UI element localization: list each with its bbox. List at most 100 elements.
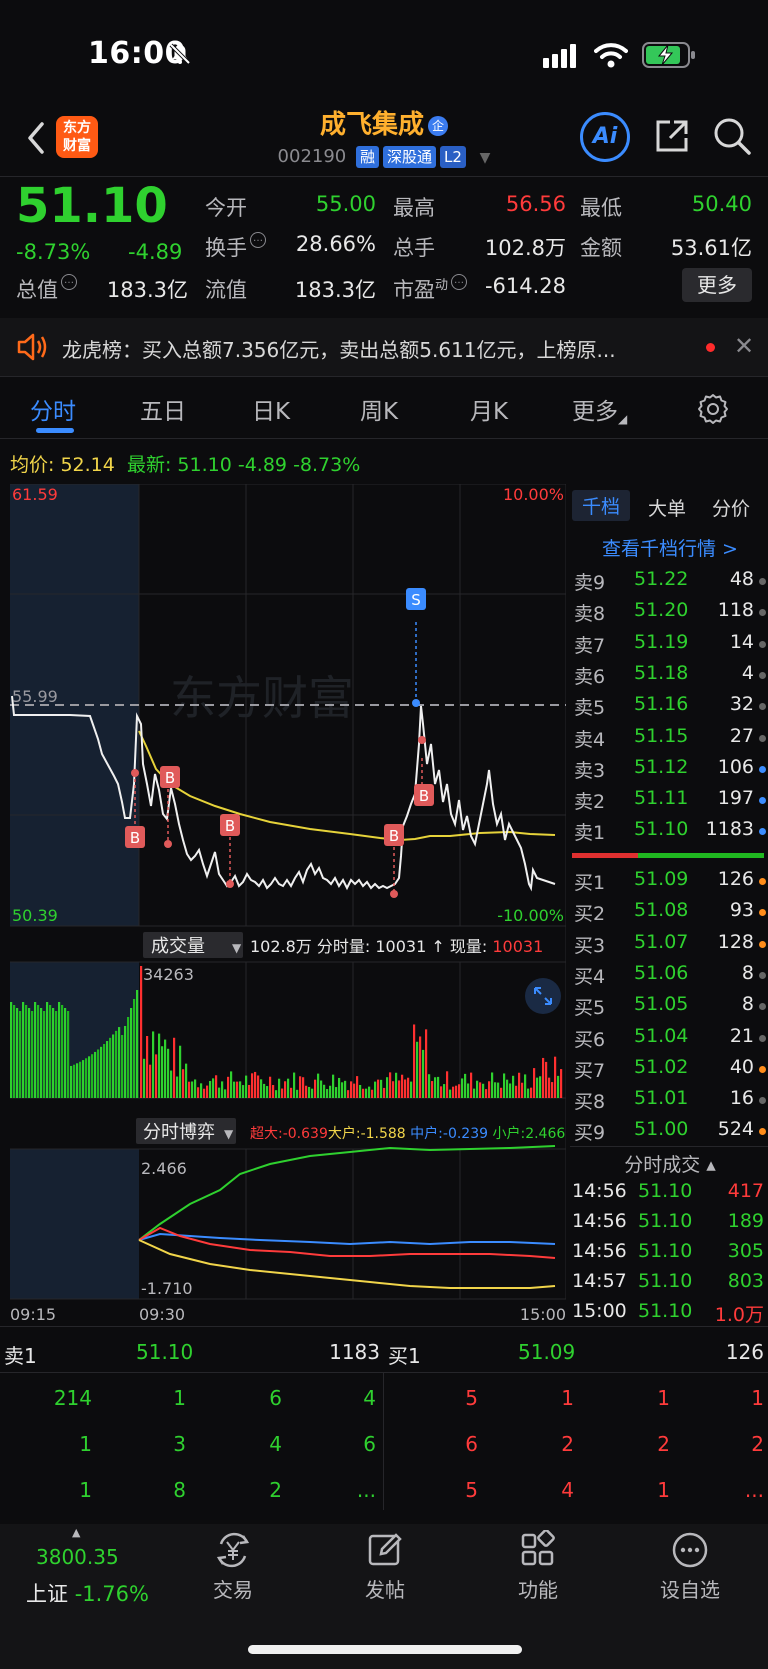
bid-level[interactable]: 买8 51.01 16 xyxy=(572,1087,768,1115)
level-price: 51.15 xyxy=(634,724,689,747)
close-icon[interactable]: ✕ xyxy=(734,332,754,360)
sell1-label: 卖1 xyxy=(4,1344,37,1368)
ask-level[interactable]: 卖2 51.11 197 xyxy=(572,787,768,815)
buy1-price: 51.09 xyxy=(518,1340,576,1364)
trade-time: 14:56 xyxy=(572,1210,627,1232)
share-icon[interactable] xyxy=(652,116,692,156)
buy-marker[interactable]: B xyxy=(389,827,399,845)
home-indicator[interactable] xyxy=(248,1645,522,1654)
battery-charging-icon xyxy=(642,42,695,68)
tab-depth[interactable]: 千档 xyxy=(572,490,631,521)
buy-queue-cell: 1 xyxy=(751,1386,764,1410)
sell1-volume: 1183 xyxy=(329,1340,380,1364)
level-dot xyxy=(759,640,766,648)
level-volume: 1183 xyxy=(705,818,754,841)
buy-queue-cell: 2 xyxy=(561,1432,574,1456)
news-text[interactable]: 龙虎榜：买入总额7.356亿元，卖出总额5.611亿元，上榜原... xyxy=(62,334,692,363)
bid-level[interactable]: 买6 51.04 21 xyxy=(572,1025,768,1053)
chevron-down-icon[interactable]: ▼ xyxy=(480,150,491,166)
bid-level[interactable]: 买1 51.09 126 xyxy=(572,868,768,896)
bid-level[interactable]: 买5 51.05 8 xyxy=(572,993,768,1021)
buy-marker[interactable]: B xyxy=(130,829,140,847)
intraday-chart[interactable]: 东方财富 B B B B B S 61.59 10.00% 55.99 50.3… xyxy=(10,484,566,1324)
tab-big-orders[interactable]: 大单 xyxy=(648,494,686,521)
bid-level[interactable]: 买9 51.00 524 xyxy=(572,1118,768,1146)
trade-ticks-title[interactable]: 分时成交 ▴ xyxy=(572,1150,768,1177)
tag-connect: 深股通 xyxy=(383,146,437,168)
tab-price-distribution[interactable]: 分价 xyxy=(712,494,750,521)
nav-functions[interactable]: 功能 xyxy=(488,1530,588,1603)
buy-queue-cell: ... xyxy=(744,1478,764,1502)
buy-marker[interactable]: B xyxy=(225,817,235,835)
tab-monthly-k[interactable]: 月K xyxy=(470,392,508,426)
bid-level[interactable]: 买7 51.02 40 xyxy=(572,1056,768,1084)
sell-marker[interactable]: S xyxy=(411,591,421,609)
trade-price: 51.10 xyxy=(638,1300,693,1322)
bid-level[interactable]: 买2 51.08 93 xyxy=(572,899,768,927)
stock-code: 002190 xyxy=(277,146,347,167)
wifi-icon xyxy=(594,43,628,68)
gear-icon[interactable] xyxy=(696,392,730,426)
average-price-row: 均价: 52.14 最新: 51.10 -4.89 -8.73% xyxy=(10,454,361,476)
level-label: 买8 xyxy=(574,1091,606,1114)
ask-level[interactable]: 卖7 51.19 14 xyxy=(572,631,768,659)
axis-ref-price: 55.99 xyxy=(12,687,58,706)
market-cap-label[interactable]: 总值… xyxy=(16,274,77,304)
buy-queue-cell: 4 xyxy=(561,1478,574,1502)
level-price: 51.08 xyxy=(634,899,689,922)
level-label: 买2 xyxy=(574,903,606,926)
level-volume: 8 xyxy=(741,993,754,1016)
search-icon[interactable] xyxy=(712,116,752,156)
high-value: 56.56 xyxy=(505,192,566,216)
level-label: 卖1 xyxy=(574,822,606,845)
expand-chart-button[interactable] xyxy=(525,978,561,1014)
time-axis-open: 09:30 xyxy=(139,1305,185,1324)
ask-level[interactable]: 卖9 51.22 48 xyxy=(572,568,768,596)
tab-intraday[interactable]: 分时 xyxy=(30,392,76,426)
index-value[interactable]: 3800.35 xyxy=(36,1545,119,1569)
nav-add-watchlist[interactable]: 设自选 xyxy=(640,1530,740,1603)
sell-queue-cell: 1 xyxy=(79,1432,92,1456)
info-icon[interactable]: … xyxy=(451,274,468,290)
level-dot xyxy=(759,1034,766,1042)
level-label: 卖2 xyxy=(574,791,606,814)
ask-level[interactable]: 卖8 51.20 118 xyxy=(572,599,768,627)
chevron-up-icon[interactable]: ▲ xyxy=(72,1526,80,1539)
level-label: 卖9 xyxy=(574,572,606,594)
low-label: 最低 xyxy=(580,196,622,220)
tab-more[interactable]: 更多◢ xyxy=(572,392,627,426)
index-summary[interactable]: 上证 -1.76% xyxy=(26,1578,149,1608)
buy-marker[interactable]: B xyxy=(165,769,175,787)
nav-post[interactable]: 发帖 xyxy=(335,1530,435,1603)
ask-level[interactable]: 卖3 51.12 106 xyxy=(572,756,768,784)
trade-price: 51.10 xyxy=(638,1180,693,1202)
tab-five-day[interactable]: 五日 xyxy=(140,392,186,426)
mute-bell-icon xyxy=(169,43,191,65)
turnover-label[interactable]: 换手… xyxy=(205,232,266,262)
level-label: 卖4 xyxy=(574,728,606,751)
tab-weekly-k[interactable]: 周K xyxy=(360,392,398,426)
buy-marker[interactable]: B xyxy=(419,787,429,805)
sell-queue-cell: 4 xyxy=(363,1386,376,1410)
bid-level[interactable]: 买3 51.07 128 xyxy=(572,931,768,959)
buy-queue-cell: 5 xyxy=(465,1386,478,1410)
trade-tick-row: 14:56 51.10 417 xyxy=(572,1180,768,1208)
market-cap-value: 183.3亿 xyxy=(106,278,188,302)
ask-level[interactable]: 卖5 51.16 32 xyxy=(572,693,768,721)
bid-level[interactable]: 买4 51.06 8 xyxy=(572,962,768,990)
ai-assistant-button[interactable]: Ai xyxy=(580,112,630,162)
pe-label[interactable]: 市盈动… xyxy=(393,274,468,304)
sell-queue-cell: 1 xyxy=(79,1478,92,1502)
view-depth-link[interactable]: 查看千档行情 > xyxy=(572,534,768,561)
tab-daily-k[interactable]: 日K xyxy=(252,392,290,426)
info-icon[interactable]: … xyxy=(61,274,77,290)
ask-level[interactable]: 卖1 51.10 1183 xyxy=(572,818,768,846)
ask-level[interactable]: 卖6 51.18 4 xyxy=(572,662,768,690)
info-icon[interactable]: … xyxy=(250,232,266,248)
active-tab-indicator xyxy=(36,428,74,433)
chart-watermark: 东方财富 xyxy=(170,672,354,724)
level-dot xyxy=(759,878,766,885)
ask-level[interactable]: 卖4 51.15 27 xyxy=(572,725,768,753)
more-button[interactable]: 更多 xyxy=(682,268,752,302)
nav-trade[interactable]: 交易 xyxy=(183,1530,283,1603)
